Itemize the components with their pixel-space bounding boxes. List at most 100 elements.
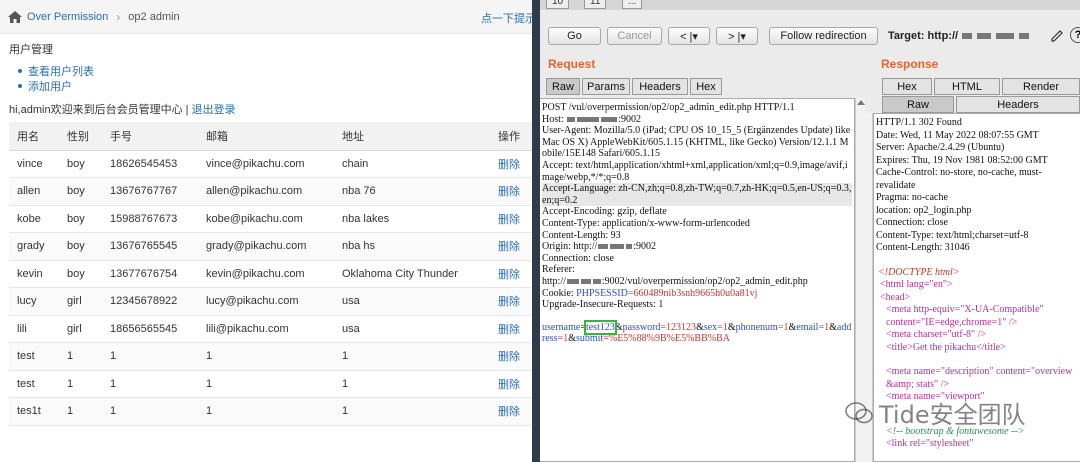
scroll-up-icon[interactable] <box>857 100 865 105</box>
redacted-mask <box>601 116 618 122</box>
cancel-button[interactable]: Cancel <box>607 27 662 45</box>
breadcrumb-over-permission[interactable]: Over Permission <box>27 11 108 23</box>
table-cell: 1 <box>102 342 198 371</box>
table-row: tes1t 1 1 1 1 删除 <box>9 397 532 426</box>
delete-link[interactable]: 删除 <box>490 342 532 371</box>
delete-link[interactable]: 删除 <box>490 370 532 398</box>
bullet-icon <box>18 83 22 88</box>
param-value: =123123 <box>660 321 697 333</box>
col-sex: 性别 <box>59 122 102 151</box>
forward-button[interactable]: > |▾ <box>716 27 758 45</box>
repeater-tab-more[interactable]: ... <box>622 0 643 9</box>
back-button[interactable]: < |▾ <box>668 27 710 45</box>
pencil-icon[interactable] <box>1050 28 1064 42</box>
param-separator: & <box>696 321 704 333</box>
help-icon[interactable]: ? <box>1070 27 1080 43</box>
wechat-icon <box>845 401 873 423</box>
repeater-tab-10[interactable]: 10 <box>546 0 570 9</box>
delete-link[interactable]: 删除 <box>490 397 532 426</box>
table-cell: allen@pikachu.com <box>198 177 334 206</box>
table-cell: vince@pikachu.com <box>198 150 334 178</box>
menu-item-view-users[interactable]: 查看用户列表 <box>18 63 94 78</box>
request-line: http://:9002/vul/overpermission/op2/op2_… <box>542 276 852 288</box>
hint-link[interactable]: 点一下提示~ <box>481 10 532 26</box>
param-separator: & <box>727 321 736 333</box>
go-button[interactable]: Go <box>548 27 601 45</box>
tab-response-render[interactable]: Render <box>1002 78 1080 95</box>
table-cell: 1 <box>198 342 334 371</box>
tab-response-headers[interactable]: Headers <box>956 96 1080 113</box>
view-users-link[interactable]: 查看用户列表 <box>28 63 94 79</box>
table-cell: lili@pikachu.com <box>198 315 334 343</box>
request-blank-line <box>542 311 852 322</box>
delete-link[interactable]: 删除 <box>490 287 532 316</box>
redacted-mask <box>592 279 601 285</box>
tab-response-hex[interactable]: Hex <box>882 78 932 95</box>
response-html-line: <link rel="stylesheet" <box>886 438 974 449</box>
response-header-line: Server: Apache/2.4.29 (Ubuntu) <box>876 142 1005 153</box>
tab-request-headers[interactable]: Headers <box>632 78 688 95</box>
response-blank-line <box>876 255 1078 267</box>
target-host[interactable]: Target: http:// <box>888 30 1030 42</box>
request-fragment: :9002 <box>618 113 641 125</box>
table-cell: boy <box>59 232 102 261</box>
request-heading: Request <box>548 57 596 71</box>
delete-link[interactable]: 删除 <box>490 315 532 343</box>
response-html-line: <html lang="en"> <box>880 279 953 290</box>
add-user-link[interactable]: 添加用户 <box>28 78 72 94</box>
tab-request-params[interactable]: Params <box>582 78 630 95</box>
param-value: =%E5%88%9B%E5%BB%BA <box>603 333 730 345</box>
menu-item-add-user[interactable]: 添加用户 <box>18 78 94 93</box>
delete-link[interactable]: 删除 <box>490 205 532 233</box>
param-value: =1 <box>557 333 569 345</box>
delete-link[interactable]: 删除 <box>490 177 532 206</box>
request-line: Accept-Encoding: gzip, deflate <box>542 206 852 218</box>
table-cell: 1 <box>198 397 334 426</box>
response-header-line: Expires: Thu, 19 Nov 1981 08:52:00 GMT <box>876 154 1048 166</box>
logout-link[interactable]: 退出登录 <box>192 104 236 116</box>
response-header-line: Connection: close <box>876 217 948 228</box>
delete-link[interactable]: 删除 <box>490 150 532 178</box>
table-cell: girl <box>59 287 102 316</box>
request-fragment: Referer: <box>542 264 575 276</box>
table-row: lucy girl 12345678922 lucy@pikachu.com usa 删除 <box>9 287 532 316</box>
tab-response-html[interactable]: HTML <box>934 78 1000 95</box>
request-line: Origin: http://:9002 <box>542 241 852 253</box>
request-line: Host: :9002 <box>542 114 852 126</box>
tab-response-raw[interactable]: Raw <box>882 96 954 113</box>
redacted-mask <box>567 116 576 122</box>
request-line: POST /vul/overpermission/op2/op2_admin_e… <box>542 102 852 114</box>
delete-link[interactable]: 删除 <box>490 260 532 288</box>
col-address: 地址 <box>334 122 490 151</box>
table-row: test 1 1 1 1 删除 <box>9 370 532 398</box>
screen: Over Permission › op2 admin 点一下提示~ 用户管理 … <box>0 0 1080 462</box>
tab-request-raw[interactable]: Raw <box>546 78 580 95</box>
redacted-mask <box>962 33 973 40</box>
redacted-mask <box>626 244 633 250</box>
request-line: Content-Type: application/x-www-form-url… <box>542 218 852 230</box>
param-value: =1 <box>818 321 830 333</box>
param-username: username <box>542 321 581 333</box>
request-fragment: POST /vul/overpermission/op2/op2_admin_e… <box>542 102 795 113</box>
response-header-line: HTTP/1.1 302 Found <box>876 117 962 128</box>
table-cell: kevin <box>9 260 59 288</box>
table-cell: 1 <box>334 342 490 371</box>
section-title: 用户管理 <box>9 44 53 56</box>
username-value-highlight[interactable]: test123 <box>583 319 617 335</box>
request-editor[interactable]: POST /vul/overpermission/op2/op2_admin_e… <box>540 98 855 462</box>
request-fragment: Origin: http:// <box>542 241 598 253</box>
follow-redirection-button[interactable]: Follow redirection <box>769 27 878 45</box>
delete-link[interactable]: 删除 <box>490 232 532 261</box>
table-cell: 1 <box>102 397 198 426</box>
response-html-line: <meta charset="utf-8" /> <box>886 329 987 340</box>
repeater-tab-11[interactable]: 11 <box>584 0 607 9</box>
table-cell: boy <box>59 260 102 288</box>
table-cell: boy <box>59 150 102 178</box>
table-row: allen boy 13676767767 allen@pikachu.com nba … <box>9 177 532 206</box>
param-separator: & <box>568 333 576 345</box>
tab-request-hex[interactable]: Hex <box>690 78 722 95</box>
request-line: Content-Length: 93 <box>542 230 852 242</box>
request-text[interactable]: POST /vul/overpermission/op2/op2_admin_e… <box>540 99 854 345</box>
table-cell: kevin@pikachu.com <box>198 260 334 288</box>
request-fragment: :9002/vul/overpermission/op2/op2_admin_e… <box>601 275 808 287</box>
